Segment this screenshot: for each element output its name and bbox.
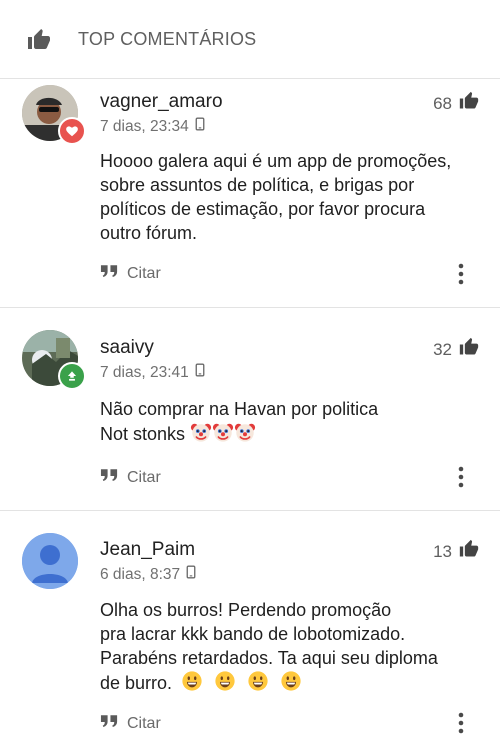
grinning-face-icon xyxy=(247,670,269,698)
comment-line: Não comprar na Havan por politica xyxy=(100,399,379,419)
more-options-icon[interactable] xyxy=(452,465,470,489)
thumbs-up-icon[interactable] xyxy=(458,337,480,362)
mobile-device-icon xyxy=(186,565,196,584)
thumbs-up-icon[interactable] xyxy=(458,539,480,564)
comment-timestamp: 6 dias, 8:37 xyxy=(100,565,181,583)
top-comments-header: TOP COMENTÁRIOS xyxy=(0,0,500,78)
grinning-face-icon xyxy=(214,670,236,698)
like-count-value: 32 xyxy=(433,339,452,359)
quote-button[interactable]: Citar xyxy=(100,714,161,733)
avatar[interactable] xyxy=(22,533,78,589)
comment-line: sobre assuntos de política, e brigas por xyxy=(100,175,415,195)
mobile-device-icon xyxy=(195,363,205,382)
quote-icon xyxy=(100,714,119,733)
comment-timestamp: 7 dias, 23:41 xyxy=(100,363,189,381)
comment-meta: 7 dias, 23:41 xyxy=(100,363,205,382)
comment-line: Hoooo galera aqui é um app de promoções, xyxy=(100,151,452,171)
quote-button[interactable]: Citar xyxy=(100,468,161,487)
comment-text: Olha os burros! Perdendo promoção pra la… xyxy=(100,598,485,698)
like-count[interactable]: 32 xyxy=(433,337,480,362)
comment-line-with-emoji: de burro. xyxy=(100,670,485,698)
section-title: TOP COMENTÁRIOS xyxy=(78,29,257,49)
comment-line: outro fórum. xyxy=(100,223,198,243)
clown-face-icon xyxy=(190,421,212,449)
comment-line: pra lacrar kkk bando de lobotomizado. xyxy=(100,624,406,644)
like-count[interactable]: 13 xyxy=(433,539,480,564)
quote-label: Citar xyxy=(127,264,161,282)
clown-face-icon xyxy=(234,421,256,449)
comment-meta: 7 dias, 23:34 xyxy=(100,117,205,136)
comment-line: Not stonks xyxy=(100,423,186,444)
comment-line-with-emoji: Not stonks xyxy=(100,421,485,449)
like-count[interactable]: 68 xyxy=(433,91,480,116)
comment-card: Jean_Paim 13 6 dias, 8:37 Olha os burros… xyxy=(0,511,500,756)
clown-face-icon xyxy=(212,421,234,449)
comment-username[interactable]: Jean_Paim xyxy=(100,539,195,561)
like-count-value: 13 xyxy=(433,541,452,561)
comment-line: políticos de estimação, por favor procur… xyxy=(100,199,426,219)
mobile-device-icon xyxy=(195,117,205,136)
thumbs-up-icon xyxy=(26,28,52,52)
comment-line: de burro. xyxy=(100,672,173,693)
comment-timestamp: 7 dias, 23:34 xyxy=(100,117,189,135)
quote-icon xyxy=(100,468,119,487)
thumbs-up-icon[interactable] xyxy=(458,91,480,116)
more-options-icon[interactable] xyxy=(452,711,470,735)
quote-icon xyxy=(100,264,119,283)
heart-badge xyxy=(58,117,86,145)
quote-label: Citar xyxy=(127,468,161,486)
like-count-value: 68 xyxy=(433,93,452,113)
comment-line: Parabéns retardados. Ta aqui seu diploma xyxy=(100,648,438,668)
grinning-face-icon xyxy=(181,670,203,698)
comment-username[interactable]: vagner_amaro xyxy=(100,91,223,113)
comment-meta: 6 dias, 8:37 xyxy=(100,565,196,584)
grinning-face-icon xyxy=(280,670,302,698)
comment-line: Olha os burros! Perdendo promoção xyxy=(100,600,392,620)
level-up-badge xyxy=(58,362,86,390)
more-options-icon[interactable] xyxy=(452,262,470,286)
comment-text: Não comprar na Havan por politica Not st… xyxy=(100,397,485,449)
comment-card: saaivy 32 7 dias, 23:41 Não comprar na H… xyxy=(0,308,500,510)
comment-text: Hoooo galera aqui é um app de promoções,… xyxy=(100,149,485,245)
comment-username[interactable]: saaivy xyxy=(100,337,154,359)
comment-card: vagner_amaro 68 7 dias, 23:34 Hoooo gale… xyxy=(0,79,500,307)
quote-button[interactable]: Citar xyxy=(100,264,161,283)
quote-label: Citar xyxy=(127,714,161,732)
